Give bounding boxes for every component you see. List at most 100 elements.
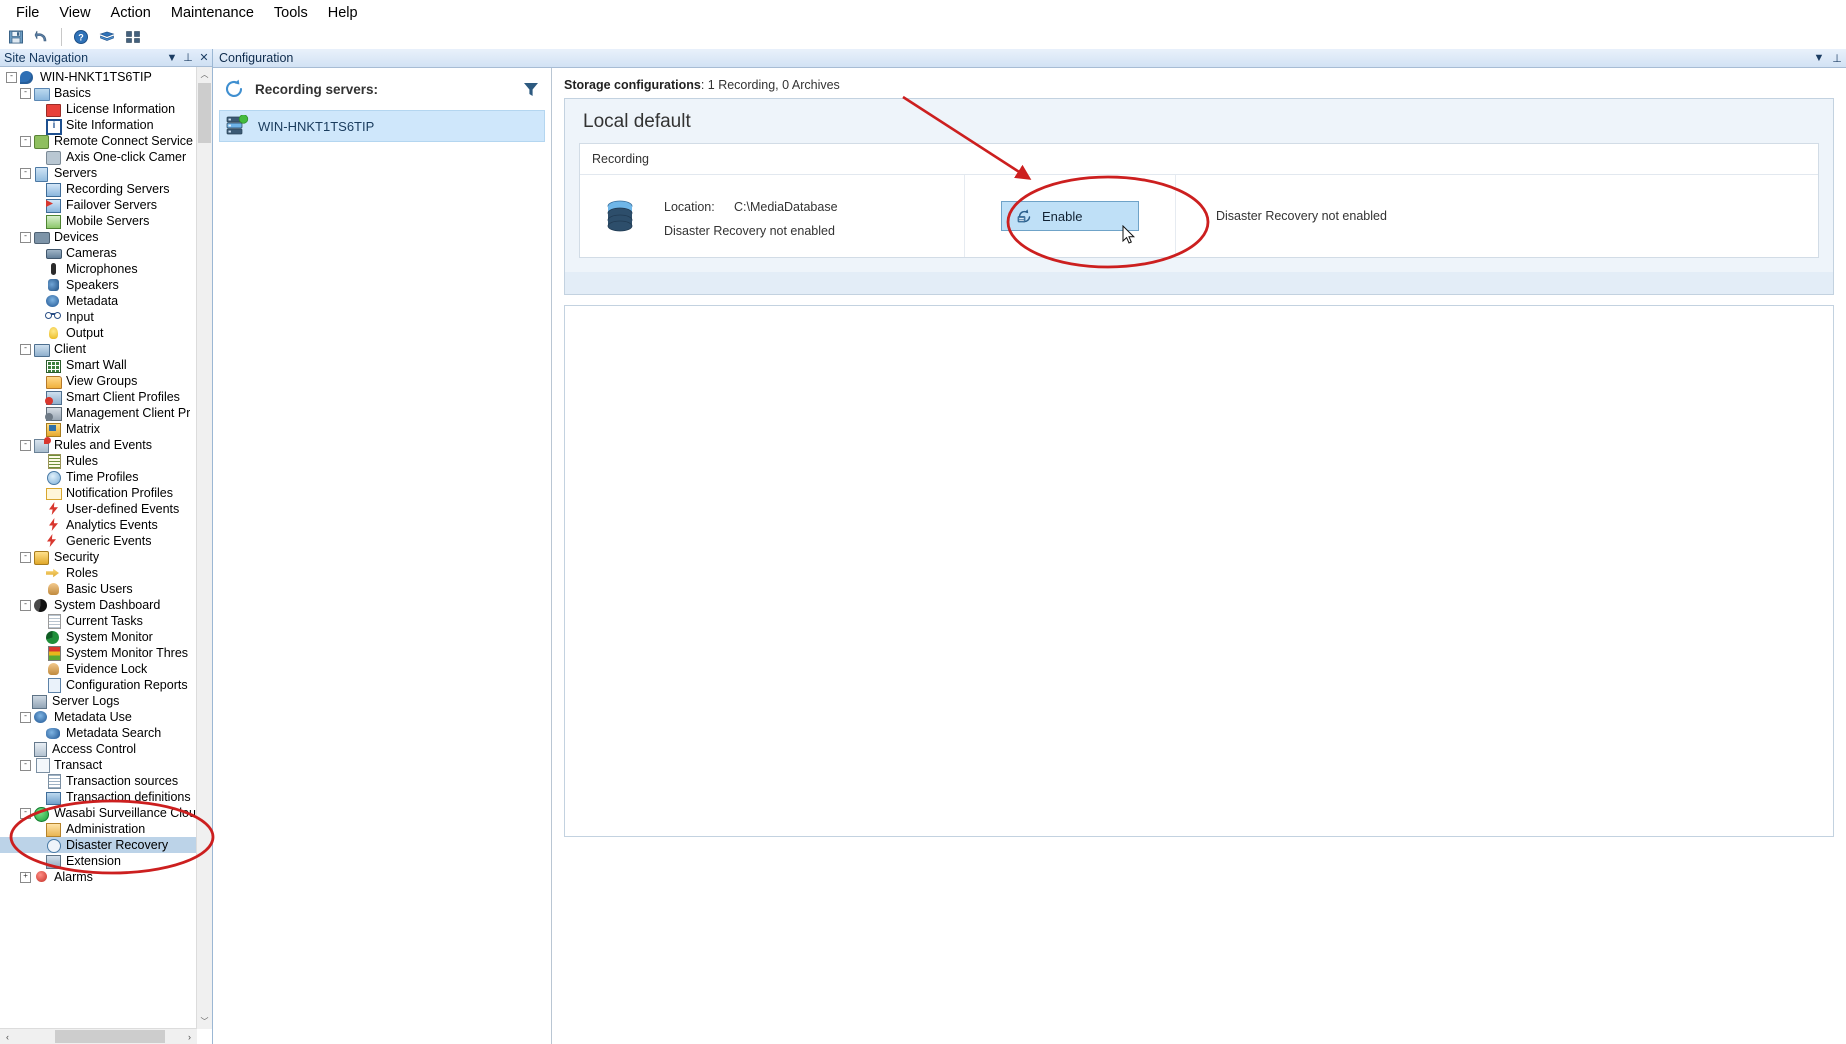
scroll-down-icon[interactable]: ﹀ (197, 1014, 212, 1029)
tree-item-evidence-lock[interactable]: Evidence Lock (0, 661, 197, 677)
tree-item-matrix[interactable]: Matrix (0, 421, 197, 437)
tab-configuration[interactable]: Configuration (219, 51, 1810, 65)
tree-item-system-dashboard[interactable]: - System Dashboard (0, 597, 197, 613)
scroll-right-icon[interactable]: › (182, 1029, 197, 1044)
menu-item-tools[interactable]: Tools (264, 2, 318, 24)
tree-item-metadata-search[interactable]: Metadata Search (0, 725, 197, 741)
tree-item-output[interactable]: Output (0, 325, 197, 341)
tree-item-servers[interactable]: - Servers (0, 165, 197, 182)
collapse-icon[interactable]: - (20, 343, 31, 355)
collapse-icon[interactable]: - (20, 551, 31, 563)
book-icon[interactable] (95, 26, 119, 48)
collapse-icon[interactable]: - (20, 711, 31, 723)
tree-item-label: Smart Wall (66, 358, 127, 372)
tree-item-alarms[interactable]: + Alarms (0, 869, 197, 885)
tree-item-wasabi-surveillance-cloud[interactable]: - Wasabi Surveillance Clou (0, 805, 197, 822)
collapse-icon[interactable]: - (20, 87, 31, 99)
tree-item-roles[interactable]: Roles (0, 565, 197, 581)
collapse-icon[interactable]: - (20, 439, 31, 451)
pin-icon[interactable]: ⊥ (180, 51, 196, 64)
menu-item-action[interactable]: Action (101, 2, 161, 24)
tree-item-user-defined-events[interactable]: User-defined Events (0, 501, 197, 517)
collapse-icon[interactable]: - (20, 599, 31, 611)
tree-item-configuration-reports[interactable]: Configuration Reports (0, 677, 197, 693)
tree-item-time-profiles[interactable]: Time Profiles (0, 469, 197, 485)
collapse-icon[interactable]: - (6, 71, 17, 83)
tree-item-site-root[interactable]: - WIN-HNKT1TS6TIP (0, 69, 197, 85)
tree-item-input[interactable]: Input (0, 309, 197, 325)
undo-icon[interactable] (30, 26, 54, 48)
tree-item-devices[interactable]: - Devices (0, 229, 197, 245)
tree-item-access-control[interactable]: Access Control (0, 741, 197, 757)
tree-item-view-groups[interactable]: View Groups (0, 373, 197, 389)
tree-item-notification-profiles[interactable]: Notification Profiles (0, 485, 197, 501)
tree-item-administration[interactable]: Administration (0, 821, 197, 837)
grid-icon[interactable] (121, 26, 145, 48)
tree-item-rules-and-events[interactable]: - Rules and Events (0, 437, 197, 453)
tree-item-analytics-events[interactable]: Analytics Events (0, 517, 197, 533)
tree-item-microphones[interactable]: Microphones (0, 261, 197, 277)
horizontal-scroll-thumb[interactable] (55, 1030, 165, 1043)
tree-item-basics[interactable]: - Basics (0, 85, 197, 101)
tree-item-axis-one-click-camera[interactable]: Axis One-click Camer (0, 149, 197, 165)
tree-item-failover-servers[interactable]: Failover Servers (0, 197, 197, 213)
tree-item-basic-users[interactable]: Basic Users (0, 581, 197, 597)
collapse-icon[interactable]: - (20, 807, 31, 819)
tree-item-generic-events[interactable]: Generic Events (0, 533, 197, 549)
tree-item-transact[interactable]: - Transact (0, 757, 197, 773)
tree-item-transaction-sources[interactable]: Transaction sources (0, 773, 197, 789)
expand-icon[interactable]: + (20, 871, 31, 883)
tree-horizontal-scrollbar[interactable]: ‹ › (0, 1028, 197, 1044)
enable-button[interactable]: Enable (1001, 201, 1139, 231)
recording-servers-header: Recording servers: (213, 68, 551, 110)
scroll-up-icon[interactable]: ︿ (197, 67, 212, 82)
tree-item-disaster-recovery[interactable]: Disaster Recovery (0, 837, 197, 853)
tree-item-server-logs[interactable]: Server Logs (0, 693, 197, 709)
tree-item-metadata-use[interactable]: - Metadata Use (0, 709, 197, 725)
tree-item-smart-client-profiles[interactable]: Smart Client Profiles (0, 389, 197, 405)
tree-item-smart-wall[interactable]: Smart Wall (0, 357, 197, 373)
tree-item-license-information[interactable]: License Information (0, 101, 197, 117)
save-icon[interactable] (4, 26, 28, 48)
tree-item-security[interactable]: - Security (0, 549, 197, 565)
close-icon[interactable]: ✕ (196, 51, 212, 64)
filter-icon[interactable] (521, 79, 541, 99)
configuration-chevron-down-icon[interactable]: ▼ (1810, 52, 1828, 64)
scroll-left-icon[interactable]: ‹ (0, 1029, 15, 1044)
chevron-down-icon[interactable]: ▼ (164, 52, 180, 64)
system-dashboard-icon (34, 598, 50, 612)
tree-item-site-information[interactable]: i Site Information (0, 117, 197, 135)
tree-item-management-client-profiles[interactable]: Management Client Pr (0, 405, 197, 421)
collapse-icon[interactable]: - (20, 135, 31, 147)
tree-item-rules[interactable]: Rules (0, 453, 197, 469)
tree-item-speakers[interactable]: Speakers (0, 277, 197, 293)
tree-item-current-tasks[interactable]: Current Tasks (0, 613, 197, 629)
configuration-pin-icon[interactable]: ⊥ (1828, 52, 1846, 65)
tree-vertical-scrollbar[interactable]: ︿ ﹀ (196, 67, 212, 1029)
tree-item-transaction-definitions[interactable]: Transaction definitions (0, 789, 197, 805)
tree-item-mobile-servers[interactable]: Mobile Servers (0, 213, 197, 229)
menu-item-maintenance[interactable]: Maintenance (161, 2, 264, 24)
tree-item-cameras[interactable]: Cameras (0, 245, 197, 261)
site-navigation-tree[interactable]: - WIN-HNKT1TS6TIP - Basics License Informati… (0, 67, 197, 1029)
refresh-icon[interactable] (223, 78, 245, 100)
collapse-icon[interactable]: - (20, 167, 31, 179)
tree-item-system-monitor[interactable]: System Monitor (0, 629, 197, 645)
vertical-scroll-thumb[interactable] (198, 83, 211, 143)
metadata-use-icon (34, 710, 50, 724)
tree-item-metadata[interactable]: Metadata (0, 293, 197, 309)
tree-item-label: Extension (66, 854, 121, 868)
collapse-icon[interactable]: - (20, 231, 31, 243)
tree-item-system-monitor-thresholds[interactable]: System Monitor Thres (0, 645, 197, 661)
collapse-icon[interactable]: - (20, 759, 31, 771)
menu-item-help[interactable]: Help (318, 2, 368, 24)
tree-item-recording-servers[interactable]: Recording Servers (0, 181, 197, 197)
menu-item-view[interactable]: View (49, 2, 100, 24)
tree-item-client[interactable]: - Client (0, 341, 197, 357)
tree-item-remote-connect-service[interactable]: - Remote Connect Service (0, 133, 197, 149)
horizontal-scroll-track[interactable] (15, 1030, 182, 1043)
help-icon[interactable]: ? (69, 26, 93, 48)
tree-item-extension[interactable]: Extension (0, 853, 197, 869)
menu-item-file[interactable]: File (6, 2, 49, 24)
recording-server-item[interactable]: WIN-HNKT1TS6TIP (219, 110, 545, 142)
